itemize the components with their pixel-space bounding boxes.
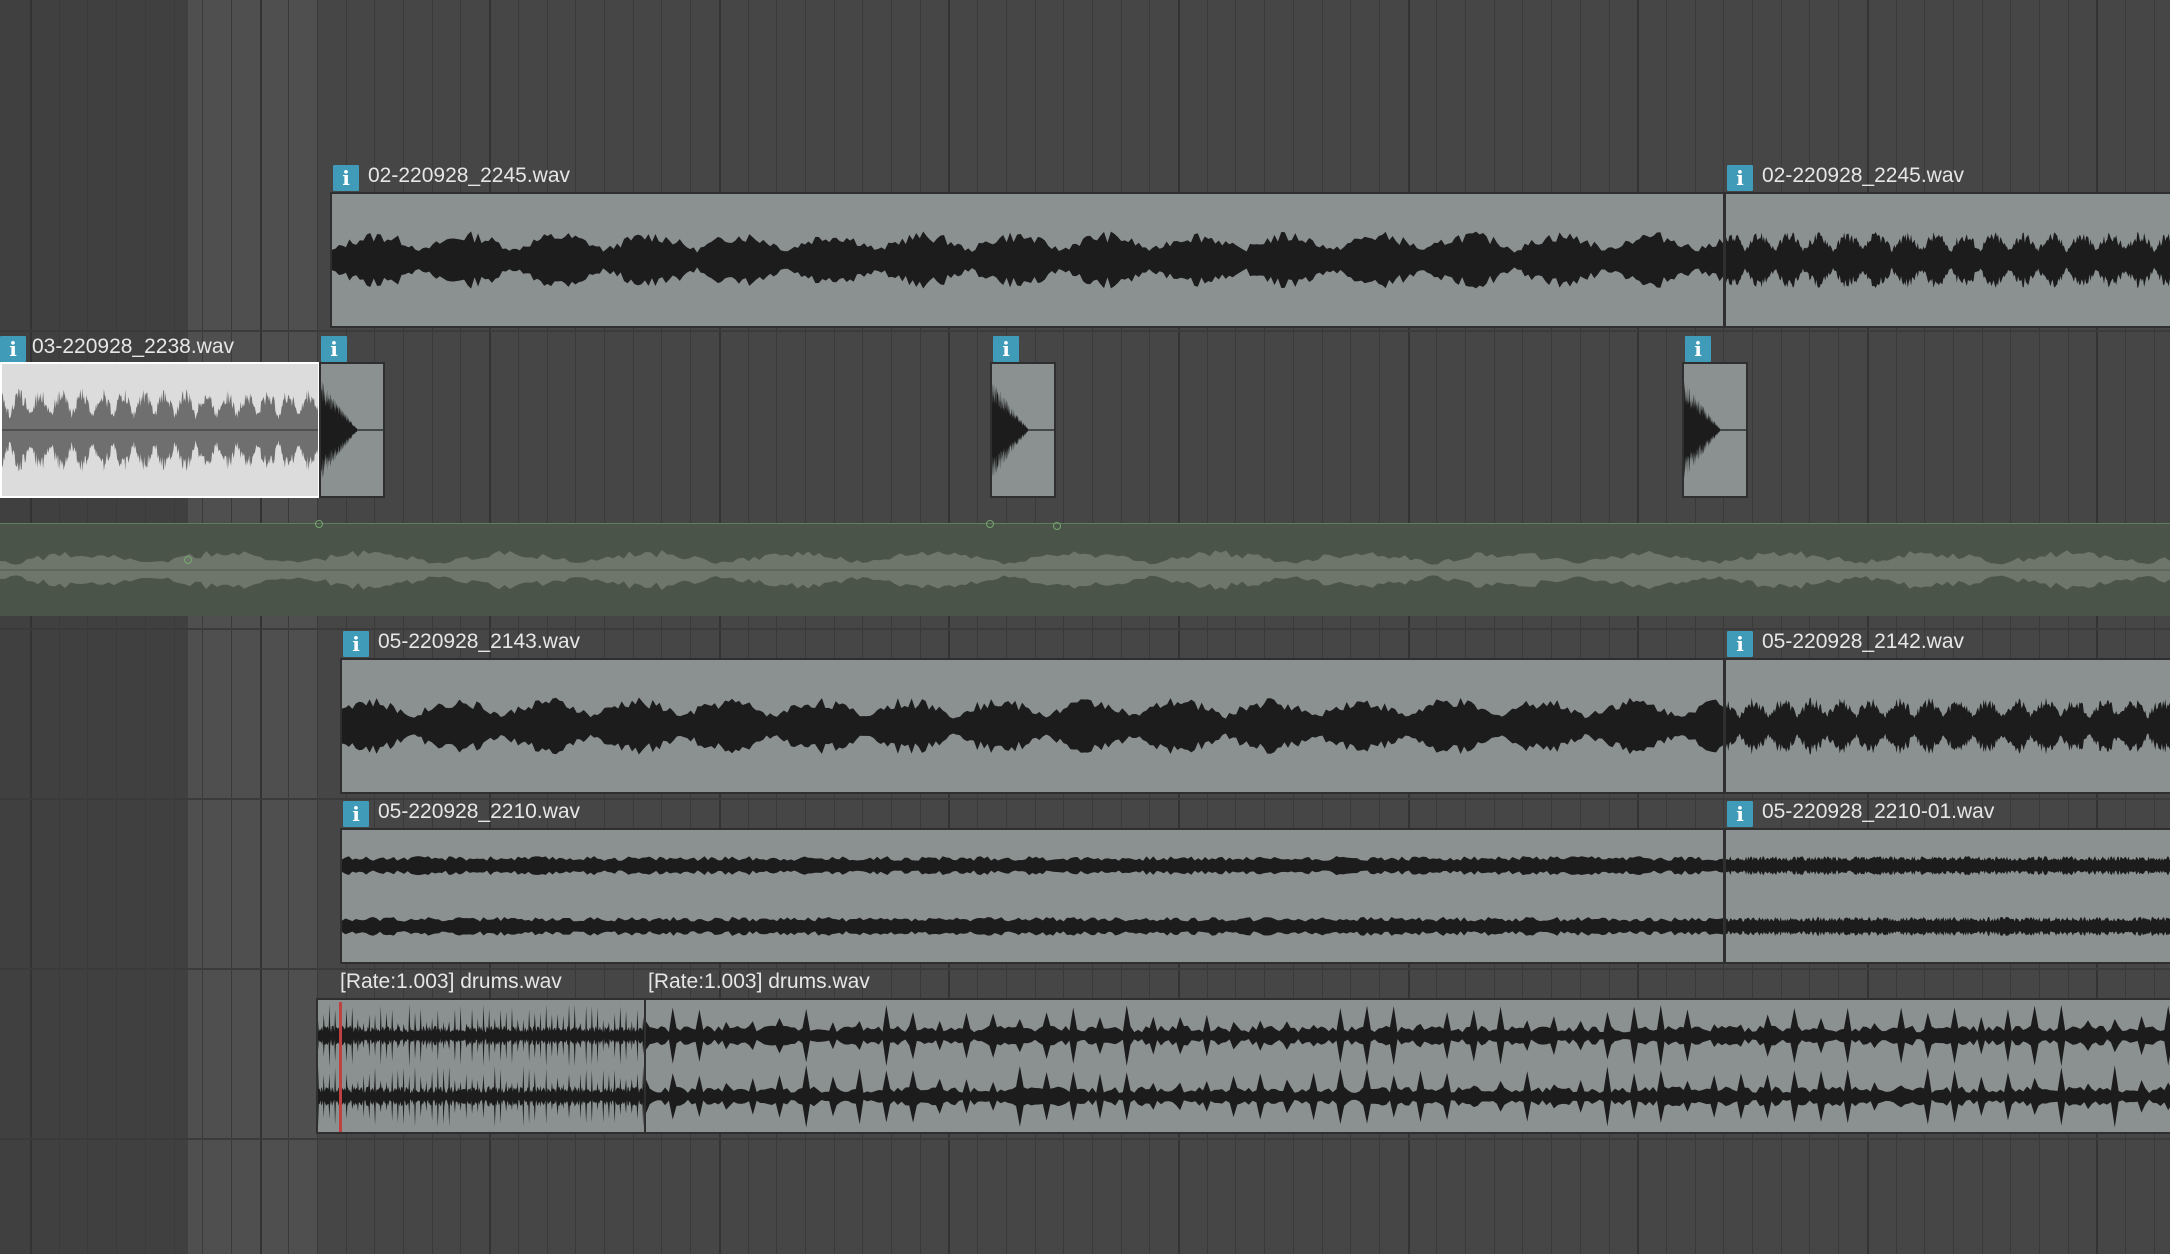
media-item[interactable] xyxy=(1724,828,2170,964)
media-item[interactable] xyxy=(319,362,385,498)
track-2[interactable]: i 03-220928_2238.wav i i i xyxy=(0,330,2170,628)
info-icon[interactable]: i xyxy=(343,801,369,827)
item-label: 05-220928_2210-01.wav xyxy=(1762,800,1995,823)
waveform xyxy=(321,381,383,479)
info-icon[interactable]: i xyxy=(0,336,26,362)
waveform xyxy=(646,1004,2170,1128)
info-icon[interactable]: i xyxy=(321,336,347,362)
item-label: 02-220928_2245.wav xyxy=(1762,164,1965,187)
media-item[interactable] xyxy=(316,998,646,1134)
media-item[interactable] xyxy=(340,658,1725,794)
waveform xyxy=(2,388,318,472)
envelope-point[interactable] xyxy=(315,520,323,528)
media-item[interactable] xyxy=(1682,362,1748,498)
media-item[interactable] xyxy=(330,192,1725,328)
waveform xyxy=(1726,697,2170,755)
item-label: 02-220928_2245.wav xyxy=(368,164,571,187)
envelope-point[interactable] xyxy=(184,556,192,564)
item-label: 05-220928_2210.wav xyxy=(378,800,581,823)
media-item[interactable] xyxy=(1724,192,2170,328)
envelope-point[interactable] xyxy=(986,520,994,528)
track-divider xyxy=(0,1138,2170,1140)
envelope-waveform xyxy=(0,550,2170,590)
waveform xyxy=(342,697,1723,755)
item-label: 05-220928_2143.wav xyxy=(378,630,581,653)
media-item[interactable] xyxy=(644,998,2170,1134)
waveform xyxy=(992,382,1054,478)
waveform xyxy=(342,856,1723,936)
item-label: [Rate:1.003] drums.wav xyxy=(648,970,870,993)
media-item-selected[interactable] xyxy=(0,362,320,498)
track-5[interactable]: [Rate:1.003] drums.wav [Rate:1.003] drum… xyxy=(0,968,2170,1138)
info-icon[interactable]: i xyxy=(1727,631,1753,657)
info-icon[interactable]: i xyxy=(1685,336,1711,362)
info-icon[interactable]: i xyxy=(333,165,359,191)
waveform xyxy=(332,231,1723,289)
arrange-view[interactable]: i 02-220928_2245.wav i 02-220928_2245.wa… xyxy=(0,0,2170,1254)
info-icon[interactable]: i xyxy=(993,336,1019,362)
item-label: [Rate:1.003] drums.wav xyxy=(340,970,562,993)
envelope-point[interactable] xyxy=(1053,522,1061,530)
track-1[interactable]: i 02-220928_2245.wav i 02-220928_2245.wa… xyxy=(0,0,2170,330)
playhead-cursor[interactable] xyxy=(339,1002,342,1132)
track-4[interactable]: i 05-220928_2210.wav i 05-220928_2210-01… xyxy=(0,798,2170,968)
media-item[interactable] xyxy=(340,828,1725,964)
info-icon[interactable]: i xyxy=(343,631,369,657)
item-label: 03-220928_2238.wav xyxy=(32,335,235,358)
item-label: 05-220928_2142.wav xyxy=(1762,630,1965,653)
waveform xyxy=(1726,856,2170,936)
info-icon[interactable]: i xyxy=(1727,165,1753,191)
track-3[interactable]: i 05-220928_2143.wav i 05-220928_2142.wa… xyxy=(0,628,2170,798)
waveform xyxy=(1726,231,2170,289)
waveform xyxy=(318,1004,644,1128)
volume-envelope-lane[interactable] xyxy=(0,520,2170,616)
media-item[interactable] xyxy=(990,362,1056,498)
info-icon[interactable]: i xyxy=(1727,801,1753,827)
media-item[interactable] xyxy=(1724,658,2170,794)
waveform xyxy=(1684,380,1746,480)
